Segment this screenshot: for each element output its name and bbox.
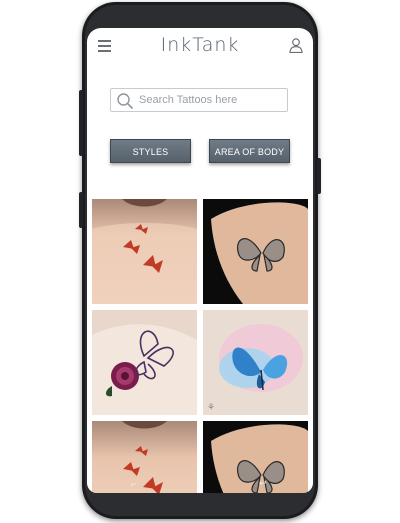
phone-side-button xyxy=(79,90,83,156)
tattoo-thumbnail[interactable] xyxy=(92,199,197,304)
back-icon[interactable]: ↩ xyxy=(259,478,267,489)
app-screen: InkTank STYLES AREA OF BODY xyxy=(87,28,313,493)
tattoo-thumbnail[interactable] xyxy=(92,310,197,415)
app-logo: InkTank xyxy=(160,34,240,56)
watermark-icon: ⚘ xyxy=(207,403,215,413)
user-icon[interactable] xyxy=(289,38,303,53)
area-of-body-button[interactable]: AREA OF BODY xyxy=(209,139,290,163)
home-icon[interactable]: ▯ xyxy=(197,478,202,489)
phone-side-button xyxy=(79,192,83,228)
tattoo-thumbnail[interactable]: ⚘ xyxy=(203,310,308,415)
system-nav-bar: ⌐ ▯ ↩ xyxy=(87,475,313,493)
phone-power-button xyxy=(317,158,321,194)
recent-apps-icon[interactable]: ⌐ xyxy=(131,479,136,489)
search-icon xyxy=(117,93,133,109)
styles-button[interactable]: STYLES xyxy=(110,139,191,163)
search-bar[interactable] xyxy=(110,88,288,112)
search-input[interactable] xyxy=(139,91,284,109)
tattoo-thumbnail[interactable] xyxy=(203,199,308,304)
